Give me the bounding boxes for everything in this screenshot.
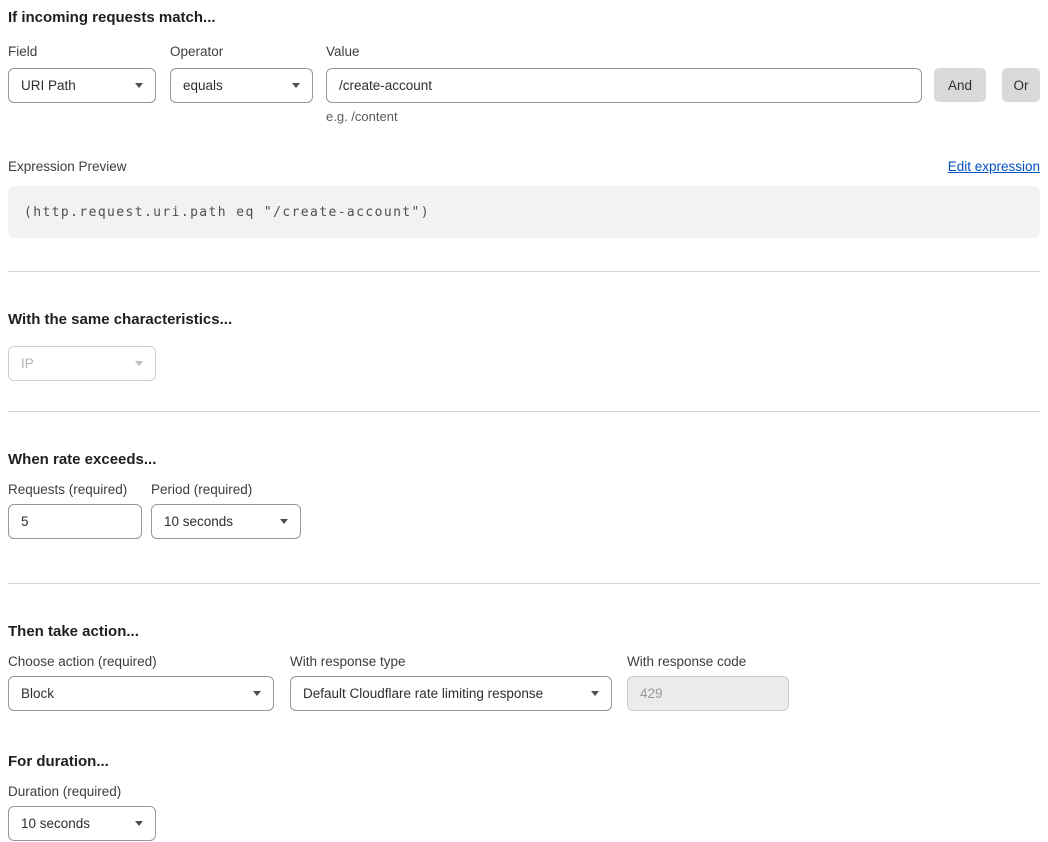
chevron-down-icon	[292, 83, 300, 88]
and-button[interactable]: And	[934, 68, 986, 102]
chevron-down-icon	[253, 691, 261, 696]
action-heading: Then take action...	[8, 622, 1040, 642]
period-select[interactable]: 10 seconds	[151, 504, 301, 539]
operator-select[interactable]: equals	[170, 68, 313, 103]
section-match: If incoming requests match... Field URI …	[8, 8, 1040, 238]
logic-buttons: And Or	[922, 44, 1040, 102]
duration-label: Duration (required)	[8, 784, 156, 800]
operator-select-value: equals	[183, 78, 223, 93]
response-code-label: With response code	[627, 654, 789, 670]
characteristics-heading: With the same characteristics...	[8, 310, 1040, 330]
field-select-value: URI Path	[21, 78, 76, 93]
expression-code-block: (http.request.uri.path eq "/create-accou…	[8, 186, 1040, 238]
chevron-down-icon	[280, 519, 288, 524]
divider	[8, 271, 1040, 272]
chevron-down-icon	[135, 821, 143, 826]
section-duration: For duration... Duration (required) 10 s…	[8, 752, 1040, 841]
requests-input[interactable]	[8, 504, 142, 539]
duration-select[interactable]: 10 seconds	[8, 806, 156, 841]
response-type-select-value: Default Cloudflare rate limiting respons…	[303, 686, 543, 701]
edit-expression-link[interactable]: Edit expression	[948, 159, 1040, 175]
choose-action-label: Choose action (required)	[8, 654, 274, 670]
requests-label: Requests (required)	[8, 482, 142, 498]
rate-heading: When rate exceeds...	[8, 450, 1040, 470]
operator-label: Operator	[170, 44, 313, 60]
section-rate: When rate exceeds... Requests (required)…	[8, 450, 1040, 539]
period-label: Period (required)	[151, 482, 301, 498]
chevron-down-icon	[135, 83, 143, 88]
field-select[interactable]: URI Path	[8, 68, 156, 103]
choose-action-select-value: Block	[21, 686, 54, 701]
value-label: Value	[326, 44, 922, 60]
response-type-label: With response type	[290, 654, 612, 670]
response-code-input	[627, 676, 789, 711]
duration-heading: For duration...	[8, 752, 1040, 772]
choose-action-select[interactable]: Block	[8, 676, 274, 711]
value-hint: e.g. /content	[326, 109, 922, 124]
section-characteristics: With the same characteristics... IP	[8, 310, 1040, 381]
divider	[8, 411, 1040, 412]
field-label: Field	[8, 44, 156, 60]
period-select-value: 10 seconds	[164, 514, 233, 529]
chevron-down-icon	[135, 361, 143, 366]
value-input[interactable]	[326, 68, 922, 103]
expression-preview-label: Expression Preview	[8, 159, 127, 175]
match-heading: If incoming requests match...	[8, 8, 1040, 28]
response-type-select[interactable]: Default Cloudflare rate limiting respons…	[290, 676, 612, 711]
match-controls-row: Field URI Path Operator equals Value e.g…	[8, 44, 1040, 124]
duration-select-value: 10 seconds	[21, 816, 90, 831]
divider	[8, 583, 1040, 584]
section-action: Then take action... Choose action (requi…	[8, 622, 1040, 711]
expression-header: Expression Preview Edit expression	[8, 159, 1040, 175]
chevron-down-icon	[591, 691, 599, 696]
characteristic-select: IP	[8, 346, 156, 381]
or-button[interactable]: Or	[1002, 68, 1040, 102]
characteristic-select-value: IP	[21, 356, 34, 371]
